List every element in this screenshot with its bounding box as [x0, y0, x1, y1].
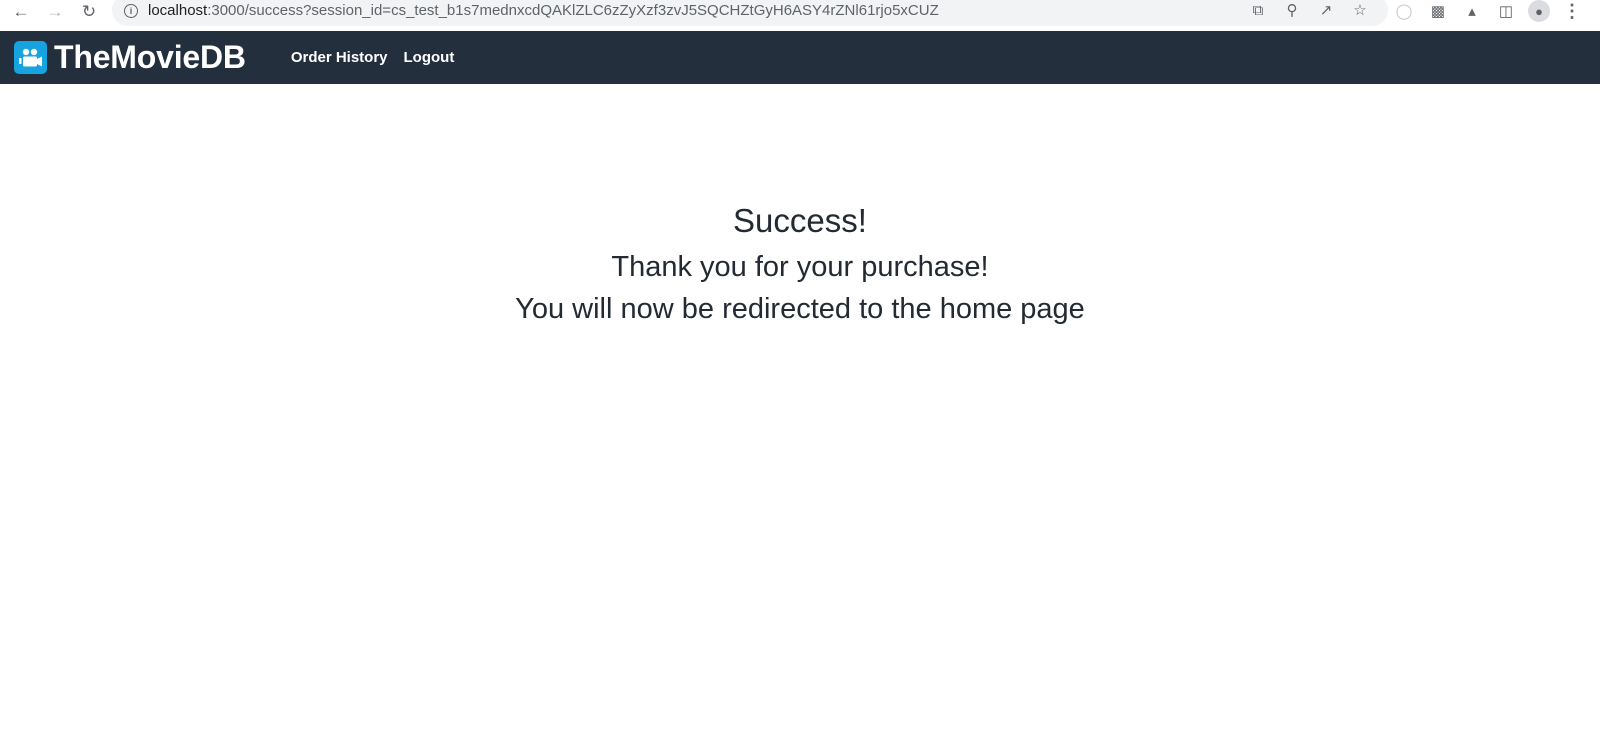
app-navbar: TheMovieDB Order History Logout: [0, 31, 1600, 84]
labs-flask-icon[interactable]: ▴: [1460, 0, 1484, 22]
share-icon[interactable]: ↗: [1316, 0, 1336, 20]
reload-icon[interactable]: ↻: [77, 0, 101, 22]
success-title: Success!: [733, 202, 867, 239]
site-info-icon[interactable]: i: [124, 4, 138, 18]
url-text[interactable]: localhost:3000/success?session_id=cs_tes…: [148, 2, 939, 19]
star-icon[interactable]: ☆: [1350, 0, 1370, 20]
profile-avatar-icon[interactable]: ●: [1528, 0, 1550, 22]
puzzle-icon[interactable]: ▩: [1426, 0, 1450, 22]
thank-you-text: Thank you for your purchase!: [611, 251, 989, 283]
browser-toolbar: ← → ↻ i localhost:3000/success?session_i…: [0, 0, 1600, 31]
open-external-icon[interactable]: ⧉: [1248, 0, 1268, 20]
nav-link-logout[interactable]: Logout: [404, 49, 455, 66]
zoom-icon[interactable]: ⚲: [1282, 0, 1302, 20]
nav-links: Order History Logout: [291, 49, 455, 66]
brand-link[interactable]: TheMovieDB: [14, 39, 246, 76]
video-camera-icon: [14, 41, 47, 74]
url-host: localhost: [148, 2, 208, 19]
more-menu-icon[interactable]: ⋮: [1560, 0, 1584, 22]
redirect-notice: You will now be redirected to the home p…: [515, 293, 1085, 325]
success-message: Success! Thank you for your purchase! Yo…: [0, 84, 1600, 330]
extension-icon[interactable]: ◯: [1392, 0, 1416, 22]
side-panel-icon[interactable]: ◫: [1494, 0, 1518, 22]
address-bar[interactable]: i localhost:3000/success?session_id=cs_t…: [112, 0, 1388, 26]
nav-link-order-history[interactable]: Order History: [291, 49, 388, 66]
url-path: :3000/success?session_id=cs_test_b1s7med…: [207, 2, 939, 19]
brand-name: TheMovieDB: [54, 39, 246, 75]
forward-arrow-icon[interactable]: →: [43, 0, 67, 22]
back-arrow-icon[interactable]: ←: [9, 0, 33, 22]
